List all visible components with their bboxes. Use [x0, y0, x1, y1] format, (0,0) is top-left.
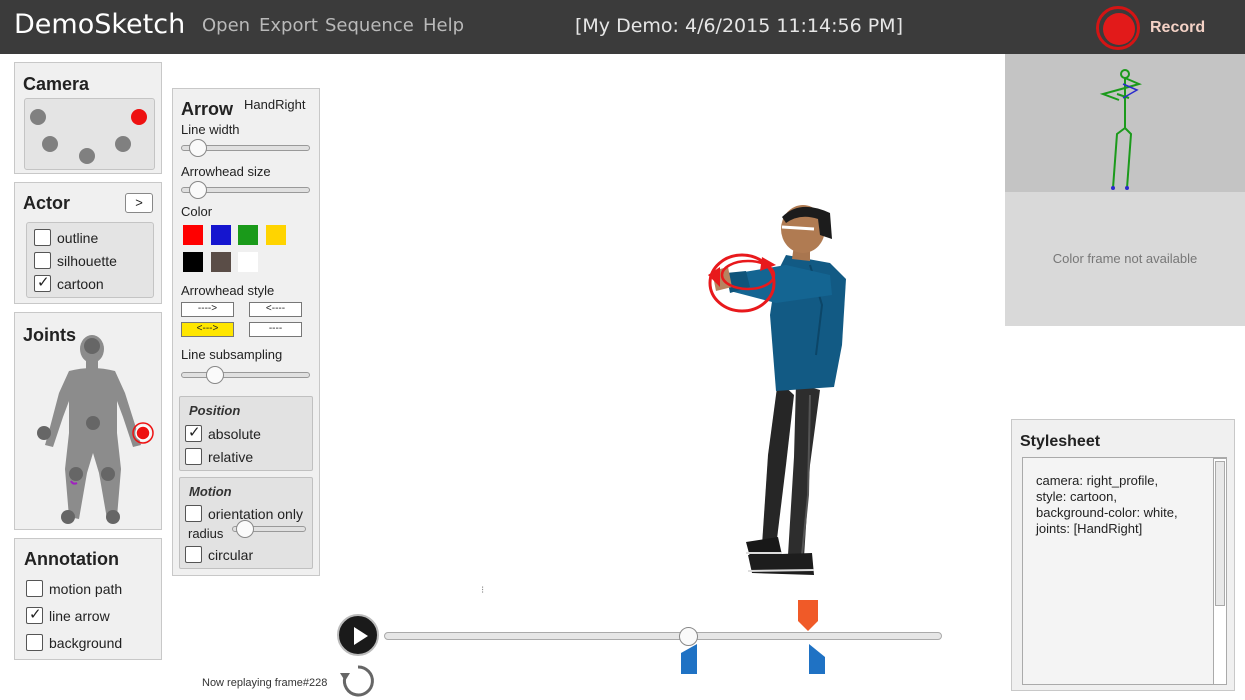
replay-icon[interactable] — [340, 663, 376, 699]
viewport-marker: ⁝ — [481, 585, 485, 596]
color-swatch-green[interactable] — [238, 225, 258, 245]
color-swatch-brown[interactable] — [211, 252, 231, 272]
arrow-joint-name: HandRight — [244, 97, 306, 112]
annotation-panel-title: Annotation — [24, 549, 119, 569]
play-icon — [354, 627, 368, 645]
trim-start-marker-icon[interactable] — [680, 643, 698, 675]
background-label: background — [49, 635, 123, 651]
skeleton-view — [1005, 54, 1245, 192]
no-color-frame-text: Color frame not available — [1052, 251, 1198, 266]
arrowhead-style-none[interactable]: ---- — [249, 322, 302, 337]
arrowhead-style-backward[interactable]: <---- — [249, 302, 302, 317]
camera-right-profile-icon[interactable] — [131, 109, 147, 125]
arrowhead-size-label: Arrowhead size — [181, 164, 271, 179]
absolute-label: absolute — [208, 426, 261, 442]
check-icon: ✓ — [29, 606, 42, 623]
stylesheet-scrollbar[interactable] — [1213, 458, 1227, 685]
camera-panel-title: Camera — [23, 74, 90, 94]
stylesheet-panel: Stylesheet camera: right_profile, style:… — [1011, 419, 1235, 691]
app-title: DemoSketch — [14, 9, 186, 40]
play-button[interactable] — [337, 614, 379, 656]
line-width-label: Line width — [181, 122, 240, 137]
motion-path-checkbox[interactable] — [26, 580, 43, 597]
document-title: [My Demo: 4/6/2015 11:14:56 PM] — [575, 15, 903, 37]
circular-checkbox[interactable] — [185, 546, 202, 563]
stylesheet-scroll-thumb[interactable] — [1215, 461, 1225, 606]
camera-panel: Camera — [14, 62, 162, 174]
menu-sequence[interactable]: Sequence — [325, 15, 414, 36]
replay-status: Now replaying frame#228 — [202, 677, 328, 689]
cartoon-label: cartoon — [57, 276, 104, 292]
absolute-checkbox[interactable]: ✓ — [185, 424, 202, 442]
line-subsampling-label: Line subsampling — [181, 347, 283, 362]
motion-path-label: motion path — [49, 581, 123, 597]
background-checkbox[interactable] — [26, 634, 43, 651]
character-viewport — [708, 205, 846, 575]
stylesheet-text: camera: right_profile, style: cartoon, b… — [1036, 473, 1178, 536]
trim-end-marker-icon[interactable] — [808, 643, 826, 675]
color-swatch-yellow[interactable] — [266, 225, 286, 245]
line-width-slider-thumb[interactable] — [189, 139, 207, 157]
line-arrow-checkbox[interactable]: ✓ — [26, 606, 43, 624]
color-swatch-black[interactable] — [183, 252, 203, 272]
camera-front-right-icon[interactable] — [115, 136, 131, 152]
color-swatch-red[interactable] — [183, 225, 203, 245]
arrowhead-style-forward[interactable]: ----> — [181, 302, 234, 317]
camera-picker — [24, 98, 155, 170]
line-subsampling-slider[interactable] — [181, 372, 310, 378]
position-group: Position ✓ absolute relative — [179, 396, 313, 471]
actor-panel: Actor > outline silhouette ✓ cartoon — [14, 182, 162, 304]
camera-front-icon[interactable] — [79, 148, 95, 164]
arrow-panel: Arrow HandRight Line width Arrowhead siz… — [172, 88, 320, 576]
body-silhouette-icon — [37, 335, 154, 524]
arrowhead-style-label: Arrowhead style — [181, 283, 275, 298]
preview-panel: Color frame not available — [1005, 54, 1245, 326]
radius-slider-thumb[interactable] — [236, 520, 254, 538]
outline-checkbox[interactable] — [34, 229, 51, 246]
outline-label: outline — [57, 230, 99, 246]
orientation-only-checkbox[interactable] — [185, 505, 202, 522]
color-swatch-blue[interactable] — [211, 225, 231, 245]
relative-checkbox[interactable] — [185, 448, 202, 465]
top-bar: DemoSketch Open Export Sequence Help [My… — [0, 0, 1245, 54]
joints-panel: Joints — [14, 312, 162, 530]
arrow-panel-title: Arrow — [181, 99, 234, 119]
camera-left-icon[interactable] — [30, 109, 46, 125]
actor-style-options: outline silhouette ✓ cartoon — [26, 222, 154, 298]
arrowhead-size-slider-thumb[interactable] — [189, 181, 207, 199]
menu-export[interactable]: Export — [259, 15, 318, 36]
arrowhead-style-both[interactable]: <---> — [181, 322, 234, 337]
color-label: Color — [181, 204, 213, 219]
silhouette-checkbox[interactable] — [34, 252, 51, 269]
menu-open[interactable]: Open — [202, 15, 250, 36]
color-swatch-white[interactable] — [238, 252, 258, 272]
actor-panel-title: Actor — [23, 193, 71, 213]
line-arrow-label: line arrow — [49, 608, 110, 624]
record-label: Record — [1150, 19, 1206, 36]
line-subsampling-slider-thumb[interactable] — [206, 366, 224, 384]
record-icon — [1096, 6, 1140, 50]
skeleton-icon — [1099, 69, 1142, 190]
stylesheet-title: Stylesheet — [1020, 433, 1101, 450]
actor-next-button[interactable]: > — [125, 193, 153, 213]
timeline-marker-orange-icon[interactable] — [797, 599, 819, 633]
check-icon: ✓ — [188, 424, 201, 441]
motion-title: Motion — [189, 484, 232, 499]
relative-label: relative — [208, 449, 254, 465]
camera-front-left-icon[interactable] — [42, 136, 58, 152]
orientation-only-label: orientation only — [208, 506, 303, 522]
record-button[interactable]: Record — [1095, 5, 1245, 50]
position-title: Position — [189, 403, 241, 418]
radius-label: radius — [188, 526, 224, 541]
silhouette-label: silhouette — [57, 253, 117, 269]
circular-label: circular — [208, 547, 254, 563]
timeline-track[interactable] — [384, 632, 942, 640]
stylesheet-editor[interactable]: camera: right_profile, style: cartoon, b… — [1022, 457, 1227, 685]
annotation-panel: Annotation motion path ✓ line arrow back… — [14, 538, 162, 660]
check-icon: ✓ — [37, 274, 50, 291]
motion-group: Motion orientation only radius circular — [179, 477, 313, 569]
menu-help[interactable]: Help — [423, 15, 464, 36]
cartoon-checkbox[interactable]: ✓ — [34, 274, 51, 292]
